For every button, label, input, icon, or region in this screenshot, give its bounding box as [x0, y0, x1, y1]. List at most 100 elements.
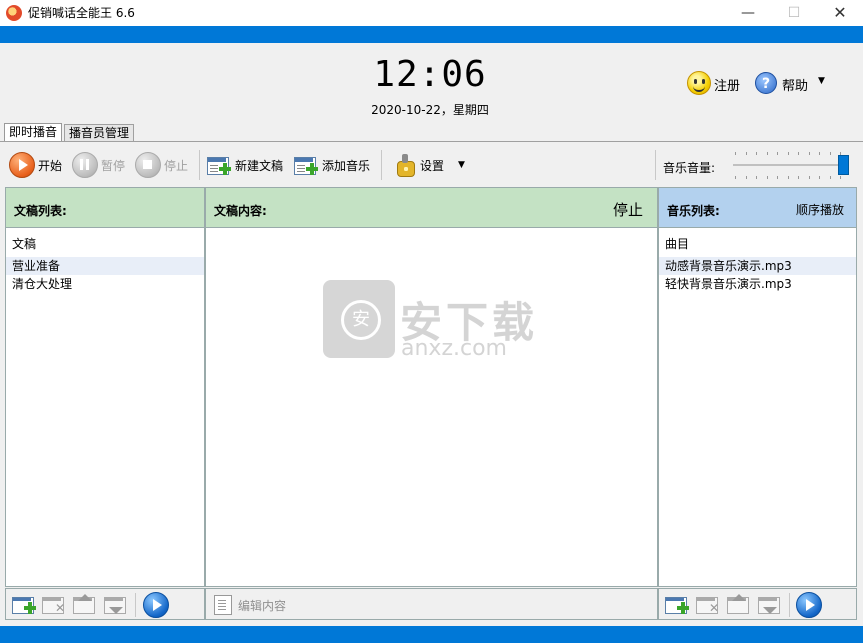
move-up-icon[interactable]	[727, 594, 751, 614]
start-button[interactable]: 开始	[9, 150, 62, 180]
add-music-icon[interactable]	[665, 594, 689, 614]
volume-tick	[777, 176, 778, 179]
move-down-icon[interactable]	[758, 594, 782, 614]
music-list-title: 音乐列表:	[667, 204, 720, 218]
tab-divider	[0, 141, 863, 142]
music-list-header: 音乐列表: 顺序播放	[659, 188, 856, 228]
volume-tick	[808, 152, 810, 155]
document-content-panel: 文稿内容: 停止	[205, 187, 658, 587]
music-list-toolbar: ✕	[658, 588, 857, 620]
bottom-accent-bar	[0, 626, 863, 643]
add-document-icon[interactable]	[12, 594, 36, 614]
add-music-button[interactable]: 添加音乐	[294, 150, 370, 180]
list-item[interactable]: 轻快背景音乐演示.mp3	[659, 275, 856, 293]
volume-label: 音乐音量:	[663, 161, 716, 175]
clock-time: 12:06	[373, 54, 487, 95]
music-column-header[interactable]: 曲目	[659, 229, 856, 257]
move-down-icon[interactable]	[104, 594, 128, 614]
toolbar-separator	[199, 150, 200, 180]
tab-announcer-management[interactable]: 播音员管理	[64, 124, 135, 142]
pause-button[interactable]: 暂停	[72, 150, 125, 180]
chevron-down-icon[interactable]: ▼	[818, 76, 825, 86]
document-column-header[interactable]: 文稿	[6, 229, 204, 257]
new-document-label: 新建文稿	[235, 158, 284, 173]
stop-button[interactable]: 停止	[135, 150, 188, 180]
smiley-icon[interactable]	[687, 71, 711, 95]
chevron-down-icon[interactable]: ▼	[458, 160, 465, 170]
add-music-icon	[294, 155, 318, 175]
delete-document-icon[interactable]: ✕	[42, 594, 66, 614]
toolbar-separator	[655, 150, 656, 180]
volume-tick	[829, 152, 831, 155]
watermark-subtext: anxz.com	[401, 336, 507, 361]
watermark-logo-icon	[323, 280, 395, 358]
volume-tick	[735, 152, 736, 155]
playback-status: 停止	[612, 201, 643, 219]
document-content-title: 文稿内容:	[214, 204, 267, 218]
edit-content-button[interactable]: 编辑内容	[214, 595, 286, 615]
volume-tick	[787, 176, 789, 179]
document-list-title: 文稿列表:	[14, 204, 67, 218]
start-label: 开始	[38, 158, 63, 173]
list-item[interactable]: 营业准备	[6, 257, 204, 275]
maximize-button[interactable]: ☐	[771, 0, 817, 26]
stop-label: 停止	[164, 158, 189, 173]
register-button[interactable]: 注册	[714, 75, 740, 94]
volume-tick	[819, 152, 820, 155]
app-logo-icon	[6, 5, 22, 21]
volume-tick	[756, 176, 757, 179]
play-document-icon[interactable]	[143, 592, 169, 618]
volume-tick	[777, 152, 778, 155]
volume-tick	[798, 176, 799, 179]
help-button[interactable]: 帮助	[782, 75, 808, 94]
edit-document-icon	[214, 595, 232, 615]
document-list-toolbar: ✕	[5, 588, 205, 620]
toolbar-separator	[381, 150, 382, 180]
help-icon[interactable]: ?	[755, 72, 777, 94]
settings-button[interactable]: 设置	[394, 150, 444, 180]
edit-content-label: 编辑内容	[238, 598, 287, 613]
toolbar-separator	[789, 593, 790, 617]
play-icon	[9, 152, 35, 178]
volume-tick	[829, 176, 831, 179]
volume-tick	[798, 152, 799, 155]
pause-label: 暂停	[101, 158, 126, 173]
document-list: 文稿 营业准备 清仓大处理	[6, 229, 204, 293]
volume-tick	[745, 152, 747, 155]
document-content-toolbar: 编辑内容	[205, 588, 658, 620]
play-mode-button[interactable]: 顺序播放	[796, 201, 844, 218]
volume-slider-track[interactable]	[733, 164, 845, 166]
add-music-label: 添加音乐	[322, 158, 371, 173]
volume-tick	[735, 176, 736, 179]
minimize-button[interactable]: —	[725, 0, 771, 26]
music-list: 曲目 动感背景音乐演示.mp3 轻快背景音乐演示.mp3	[659, 229, 856, 293]
move-up-icon[interactable]	[73, 594, 97, 614]
music-list-panel: 音乐列表: 顺序播放 曲目 动感背景音乐演示.mp3 轻快背景音乐演示.mp3	[658, 187, 857, 587]
document-list-header: 文稿列表:	[6, 188, 204, 228]
document-content-header: 文稿内容: 停止	[206, 188, 657, 228]
delete-music-icon[interactable]: ✕	[696, 594, 720, 614]
close-button[interactable]: ✕	[817, 0, 863, 26]
toolbar-separator	[135, 593, 136, 617]
top-accent-bar	[0, 26, 863, 43]
stop-icon	[135, 152, 161, 178]
tab-live-broadcast[interactable]: 即时播音	[4, 123, 63, 142]
list-item[interactable]: 清仓大处理	[6, 275, 204, 293]
settings-icon	[394, 154, 416, 177]
volume-tick	[819, 176, 820, 179]
volume-slider-thumb[interactable]	[838, 155, 849, 175]
window-title: 促销喊话全能王 6.6	[28, 6, 135, 20]
volume-tick	[808, 176, 810, 179]
volume-tick	[745, 176, 747, 179]
volume-tick	[787, 152, 789, 155]
clock-date: 2020-10-22，星期四	[371, 103, 489, 117]
pause-icon	[72, 152, 98, 178]
volume-tick	[766, 152, 768, 155]
volume-tick	[756, 152, 757, 155]
new-document-icon	[207, 155, 231, 175]
play-music-icon[interactable]	[796, 592, 822, 618]
settings-label: 设置	[420, 158, 445, 173]
list-item[interactable]: 动感背景音乐演示.mp3	[659, 257, 856, 275]
new-document-button[interactable]: 新建文稿	[207, 150, 283, 180]
document-list-panel: 文稿列表: 文稿 营业准备 清仓大处理	[5, 187, 205, 587]
